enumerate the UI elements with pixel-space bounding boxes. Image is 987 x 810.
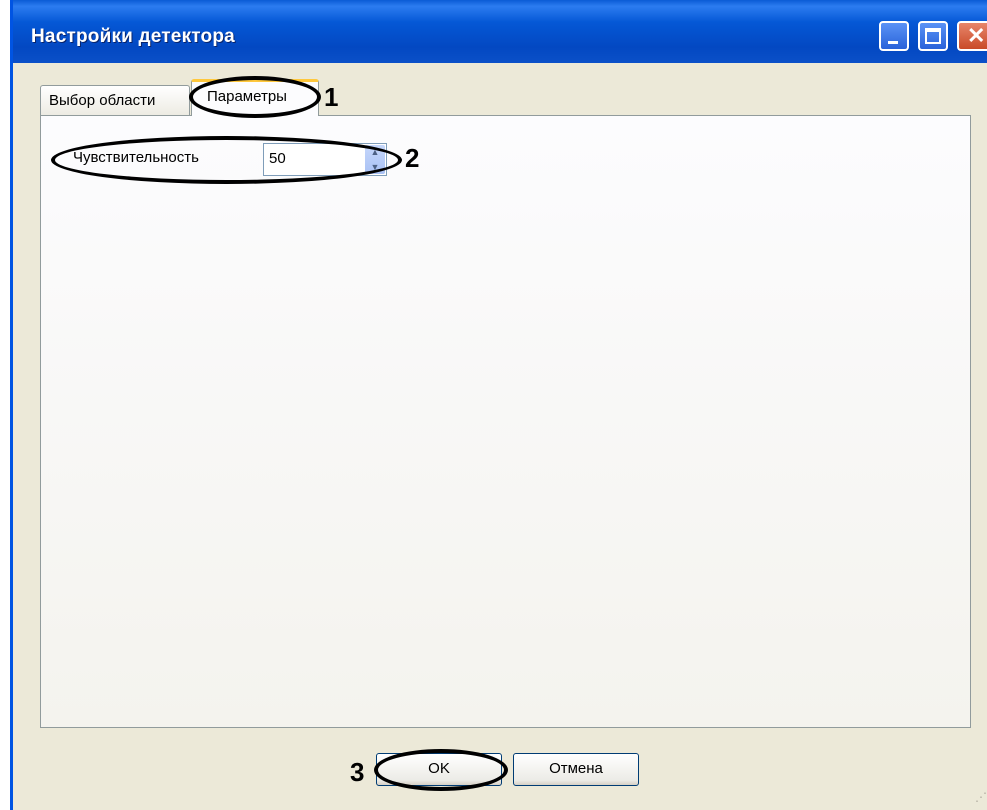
title-bar[interactable]: Настройки детектора ✕ xyxy=(13,0,987,63)
parameters-panel xyxy=(40,115,971,728)
maximize-icon xyxy=(925,28,941,44)
tab-label: Выбор области xyxy=(49,92,156,109)
resize-grip-icon[interactable]: ⋰ xyxy=(975,790,987,804)
cancel-button[interactable]: Отмена xyxy=(513,753,639,786)
tab-area-selection[interactable]: Выбор области xyxy=(40,85,190,115)
window-title: Настройки детектора xyxy=(31,26,235,47)
callout-number-3: 3 xyxy=(350,757,365,787)
callout-ring-sensitivity xyxy=(51,136,402,184)
callout-number-1: 1 xyxy=(324,82,339,112)
callout-ring-tab xyxy=(189,76,321,118)
callout-ring-ok xyxy=(374,749,508,791)
close-button[interactable]: ✕ xyxy=(957,21,987,51)
callout-number-2: 2 xyxy=(405,143,420,173)
minimize-button[interactable] xyxy=(879,21,909,51)
close-icon: ✕ xyxy=(967,23,986,48)
maximize-button[interactable] xyxy=(918,21,948,51)
minimize-icon xyxy=(888,41,898,44)
detector-settings-window: Настройки детектора ✕ Выбор области Пара… xyxy=(10,0,987,810)
